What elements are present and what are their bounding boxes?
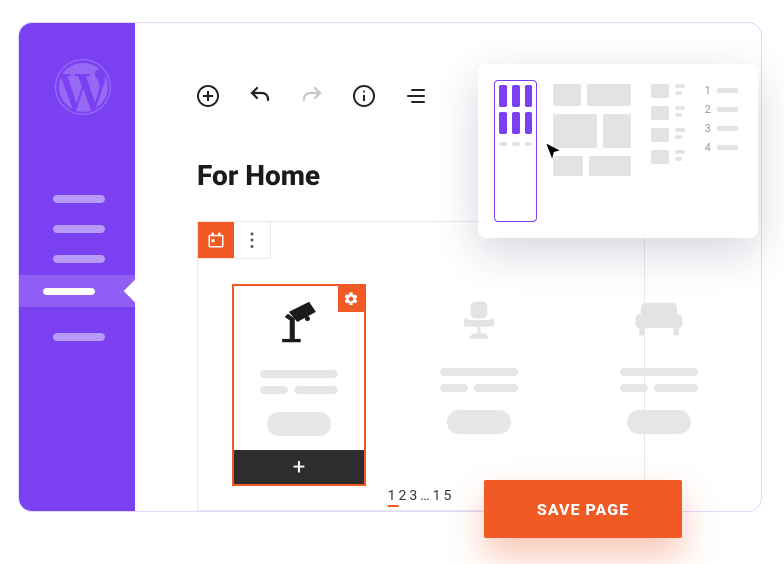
num-4: 4 <box>705 141 711 154</box>
card-skeleton <box>260 370 338 436</box>
block-type-tab[interactable] <box>198 222 234 258</box>
sofa-icon <box>630 284 688 356</box>
sidebar-active-indicator <box>43 288 95 295</box>
content-block: ⋮ + <box>197 221 645 511</box>
page-2[interactable]: 2 <box>399 488 410 504</box>
wordpress-logo-icon <box>55 59 111 115</box>
product-card-3[interactable] <box>592 284 726 486</box>
save-page-button[interactable]: SAVE PAGE <box>484 480 682 538</box>
num-1: 1 <box>705 84 711 97</box>
sidebar-menu <box>53 195 105 263</box>
card-skeleton <box>620 368 698 434</box>
cursor-icon <box>543 142 563 162</box>
layout-picker-popover: 1 2 3 4 <box>478 64 758 238</box>
num-2: 2 <box>705 103 711 116</box>
layout-option-rows[interactable] <box>651 84 684 218</box>
redo-button[interactable] <box>299 83 325 109</box>
product-card-2[interactable] <box>412 284 546 486</box>
card-skeleton <box>440 368 518 434</box>
product-cards: + <box>232 284 726 486</box>
page-current[interactable]: 1 <box>388 488 399 507</box>
page-ellipsis: … <box>420 488 432 504</box>
sidebar-menu-lower <box>53 325 105 341</box>
card-settings-button[interactable] <box>338 286 364 312</box>
block-more-tab[interactable]: ⋮ <box>234 222 270 258</box>
add-block-button[interactable] <box>195 83 221 109</box>
office-chair-icon <box>452 284 506 356</box>
sidebar-item-5[interactable] <box>53 333 105 341</box>
info-button[interactable] <box>351 83 377 109</box>
sidebar-item-active[interactable] <box>19 275 135 307</box>
layout-option-grid[interactable] <box>494 80 537 222</box>
layout-option-masonry[interactable] <box>553 84 631 218</box>
lamp-icon <box>272 286 326 358</box>
sidebar <box>19 23 135 511</box>
add-card-button[interactable]: + <box>234 450 364 484</box>
page-last[interactable]: 15 <box>433 488 455 504</box>
undo-button[interactable] <box>247 83 273 109</box>
product-card-1[interactable]: + <box>232 284 366 486</box>
sidebar-item-2[interactable] <box>53 225 105 233</box>
layout-option-numbered[interactable]: 1 2 3 4 <box>705 84 738 218</box>
editor-toolbar <box>195 83 429 109</box>
sidebar-item-1[interactable] <box>53 195 105 203</box>
sidebar-notch-icon <box>124 280 147 303</box>
pagination[interactable]: 123…15 <box>388 488 455 504</box>
outline-button[interactable] <box>403 83 429 109</box>
sidebar-item-3[interactable] <box>53 255 105 263</box>
page-title: For Home <box>197 159 320 192</box>
page-3[interactable]: 3 <box>409 488 420 504</box>
block-toolbar: ⋮ <box>197 221 271 259</box>
num-3: 3 <box>705 122 711 135</box>
